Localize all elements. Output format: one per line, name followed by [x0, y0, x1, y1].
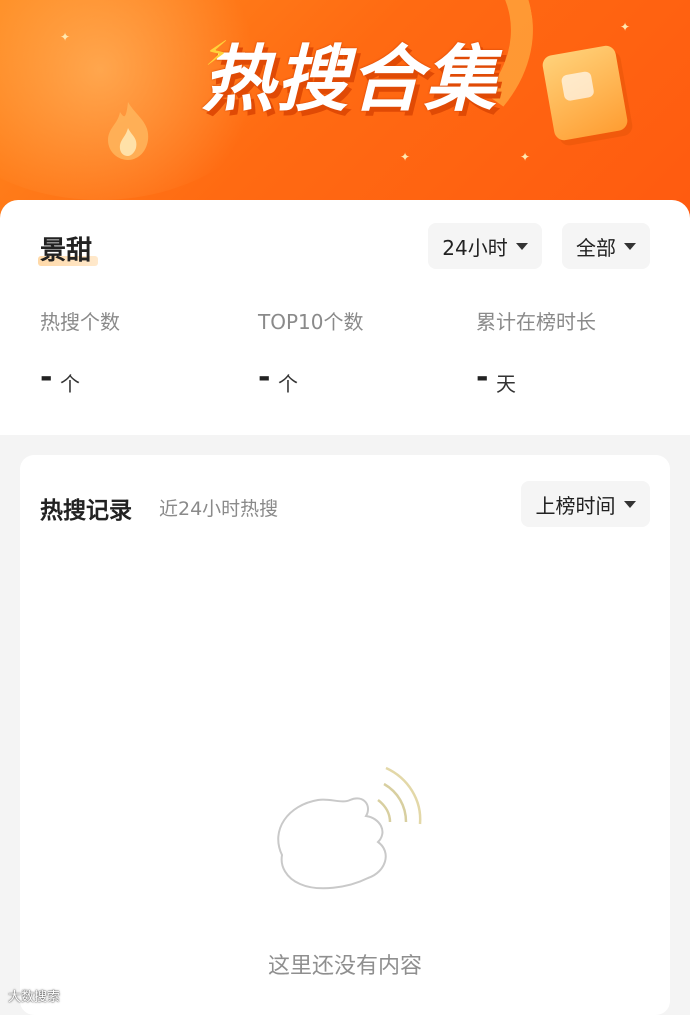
caret-down-icon	[623, 500, 636, 508]
watermark-text: 大数搜索	[8, 990, 61, 1005]
category-label: 全部	[576, 235, 616, 260]
sparkle-icon: ✦	[60, 30, 71, 44]
sparkle-icon: ✦	[400, 150, 411, 164]
stat-unit-hot-count: 个	[60, 372, 80, 396]
time-range-dropdown[interactable]: 24小时	[428, 223, 542, 269]
sort-by-rank-time-dropdown[interactable]: 上榜时间	[521, 481, 650, 527]
stat-label-total-duration: 累计在榜时长	[476, 310, 596, 334]
records-subtitle: 近24小时热搜	[159, 498, 279, 520]
document-icon	[541, 44, 629, 142]
sparkle-icon: ✦	[620, 20, 631, 34]
category-dropdown[interactable]: 全部	[562, 223, 650, 269]
stat-value-top10-count: -	[258, 360, 271, 395]
lightning-bolt-icon: ⚡	[205, 34, 229, 74]
sort-label: 上榜时间	[535, 493, 616, 518]
stat-value-total-duration: -	[476, 360, 489, 395]
stat-label-hot-count: 热搜个数	[40, 310, 120, 334]
stat-label-top10-count: TOP10个数	[258, 310, 364, 334]
profile-name: 景甜	[40, 236, 93, 266]
sparkle-icon: ✦	[520, 150, 531, 164]
caret-down-icon	[624, 242, 636, 250]
watermark: 大数搜索	[8, 986, 60, 1005]
empty-state-text: 这里还没有内容	[267, 954, 422, 979]
stat-unit-top10-count: 个	[278, 372, 298, 396]
caret-down-icon	[515, 242, 528, 250]
stat-value-hot-count: -	[40, 360, 53, 395]
hot-search-records-panel: 热搜记录 近24小时热搜 上榜时间 这里还没有内容	[20, 455, 670, 1015]
empty-hand-wave-icon	[277, 766, 422, 890]
hot-search-banner: ✦ ✦ ✦ ✦ 热搜合集 ⚡	[0, 0, 690, 230]
records-title: 热搜记录	[40, 498, 132, 524]
stat-unit-total-duration: 天	[496, 372, 516, 396]
profile-stats-card: 景甜 24小时 全部 热搜个数 - 个 TOP10个数 - 个 累计在榜时长 -…	[0, 200, 690, 435]
time-range-label: 24小时	[442, 235, 508, 260]
